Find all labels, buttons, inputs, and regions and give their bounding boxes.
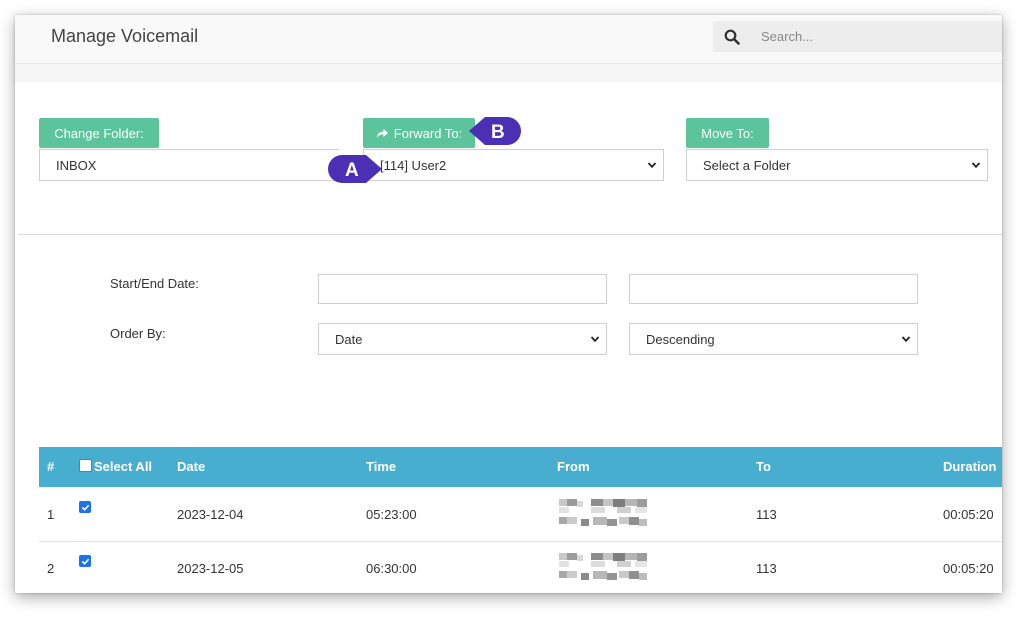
forward-to-value: [114] User2 <box>380 157 447 173</box>
check-icon <box>81 504 89 511</box>
row-duration: 00:05:20 <box>943 561 994 576</box>
column-from[interactable]: From <box>557 459 590 474</box>
move-to-button[interactable]: Move To: <box>686 118 769 148</box>
row-checkbox[interactable] <box>79 555 91 567</box>
callout-b-label: B <box>491 122 505 143</box>
start-date-input[interactable] <box>318 274 607 304</box>
end-date-input[interactable] <box>629 274 918 304</box>
row-time: 05:23:00 <box>366 507 417 522</box>
search-icon[interactable] <box>724 29 740 45</box>
chevron-down-icon <box>647 162 657 169</box>
row-checkbox[interactable] <box>79 501 91 513</box>
row-time: 06:30:00 <box>366 561 417 576</box>
order-by-label: Order By: <box>110 326 166 341</box>
column-time[interactable]: Time <box>366 459 396 474</box>
order-direction-value: Descending <box>646 331 715 347</box>
change-folder-button[interactable]: Change Folder: <box>39 118 159 148</box>
voicemail-table-header: # Select All Date Time From To Duration <box>39 447 1002 487</box>
column-duration[interactable]: Duration <box>943 459 996 474</box>
column-select-all[interactable]: Select All <box>94 459 152 474</box>
select-all-checkbox[interactable] <box>79 459 92 472</box>
row-date: 2023-12-05 <box>177 561 244 576</box>
table-row[interactable]: 2 2023-12-05 06:30:00 113 00:05:20 <box>39 541 1002 593</box>
move-to-value: Select a Folder <box>703 157 791 173</box>
row-to: 113 <box>756 507 777 522</box>
column-to[interactable]: To <box>756 459 771 474</box>
forward-to-button[interactable]: Forward To: <box>363 118 475 148</box>
forward-to-select[interactable]: [114] User2 <box>363 149 664 181</box>
forward-to-label: Forward To: <box>393 125 463 141</box>
row-duration: 00:05:20 <box>943 507 994 522</box>
row-to: 113 <box>756 561 777 576</box>
row-number: 1 <box>47 507 55 522</box>
row-date: 2023-12-04 <box>177 507 244 522</box>
order-field-value: Date <box>335 331 363 347</box>
page-title: Manage Voicemail <box>51 26 199 46</box>
callout-a-pointer: A <box>328 155 382 183</box>
redacted-caller-id <box>559 553 647 580</box>
callout-b-pointer: B <box>469 117 521 145</box>
chevron-down-icon <box>971 162 981 169</box>
top-header: Manage Voicemail <box>15 15 1002 64</box>
move-to-select[interactable]: Select a Folder <box>686 149 988 181</box>
start-end-date-label: Start/End Date: <box>110 276 199 291</box>
table-row[interactable]: 1 2023-12-04 05:23:00 113 00:05:20 <box>39 487 1002 542</box>
search-box[interactable] <box>713 21 1002 52</box>
voicemail-window: Manage Voicemail Change Folder: INBOX Fo… <box>15 15 1002 593</box>
column-number: # <box>47 459 55 474</box>
chevron-down-icon <box>590 336 600 343</box>
search-input[interactable] <box>753 21 993 52</box>
redacted-caller-id <box>559 499 647 526</box>
change-folder-value: INBOX <box>56 157 97 173</box>
section-divider <box>18 234 1002 235</box>
change-folder-field[interactable]: INBOX <box>39 149 339 181</box>
check-icon <box>81 558 89 565</box>
sub-header-bar <box>15 64 1002 82</box>
order-direction-select[interactable]: Descending <box>629 323 918 355</box>
callout-a-label: A <box>345 160 359 181</box>
order-field-select[interactable]: Date <box>318 323 607 355</box>
forward-arrow-icon <box>376 128 388 138</box>
chevron-down-icon <box>901 336 911 343</box>
column-date[interactable]: Date <box>177 459 205 474</box>
row-number: 2 <box>47 561 55 576</box>
